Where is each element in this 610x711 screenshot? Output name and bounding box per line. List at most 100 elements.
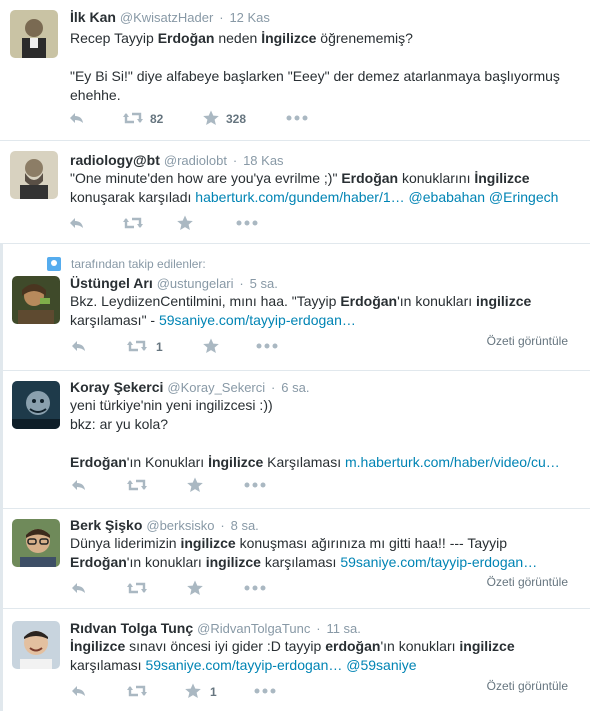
link[interactable]: 59saniye.com/tayyip-erdogan… — [340, 554, 537, 570]
retweet-icon[interactable] — [122, 110, 144, 130]
link[interactable]: m.haberturk.com/haber/video/cu… — [345, 454, 560, 470]
avatar[interactable] — [10, 10, 58, 58]
timestamp[interactable]: 12 Kas — [229, 10, 269, 25]
tweet[interactable]: tarafından takip edilenler: Üstüngel Arı… — [0, 244, 590, 370]
tweet-actions: 82 328 — [68, 110, 328, 130]
link[interactable]: 59saniye.com/tayyip-erdogan… — [145, 657, 342, 673]
scroll-area — [594, 0, 610, 711]
star-icon[interactable] — [202, 338, 220, 358]
avatar[interactable] — [12, 621, 60, 669]
timestamp[interactable]: 6 sa. — [281, 380, 309, 395]
tweet-text: İngilizce sınavı öncesi iyi gider :D tay… — [70, 638, 515, 673]
view-summary-link[interactable]: Özeti görüntüle — [487, 679, 568, 693]
star-icon[interactable] — [184, 683, 202, 703]
tweet[interactable]: Koray Şekerci @Koray_Sekerci · 6 sa. yeni… — [0, 371, 590, 508]
highlight: Erdoğan — [70, 554, 127, 570]
highlight: İngilizce — [208, 454, 264, 470]
avatar[interactable] — [12, 381, 60, 429]
tweet-actions — [70, 477, 310, 497]
more-icon[interactable] — [244, 482, 266, 502]
username[interactable]: @Koray_Sekerci — [167, 380, 265, 395]
avatar[interactable] — [12, 519, 60, 567]
username[interactable]: @KwisatzHader — [120, 10, 213, 25]
more-icon[interactable] — [256, 343, 278, 363]
display-name[interactable]: radiology@bt — [70, 152, 160, 168]
highlight: Erdoğan — [157, 30, 215, 46]
timestamp[interactable]: 18 Kas — [243, 153, 283, 168]
tweet[interactable]: Berk Şişko @berksisko · 8 sa. Dünya lider… — [0, 509, 590, 608]
favorite-count[interactable]: 1 — [210, 685, 217, 699]
tweet-text: Bkz. LeydiizenCentilmini, mını haa. "Tay… — [70, 293, 532, 328]
highlight: ingilizce — [459, 638, 515, 654]
more-icon[interactable] — [254, 688, 276, 708]
highlight: ingilizce — [205, 554, 261, 570]
separator-dot: · — [239, 276, 244, 291]
star-icon[interactable] — [186, 580, 204, 600]
tweet-text: Recep Tayyip Erdoğan neden İngilizce öğr… — [70, 30, 560, 103]
highlight: Erdoğan — [340, 293, 398, 309]
highlight: ingilizce — [180, 535, 236, 551]
retweet-icon[interactable] — [122, 215, 144, 235]
display-name[interactable]: İlk Kan — [70, 9, 116, 25]
follow-context-icon — [47, 257, 61, 271]
tweet[interactable]: radiology@bt @radiolobt · 18 Kas "One min… — [0, 141, 590, 243]
highlight: İngilizce — [70, 638, 126, 654]
separator-dot: · — [220, 518, 225, 533]
highlight: Erdoğan — [341, 170, 399, 186]
star-icon[interactable] — [202, 110, 220, 130]
more-icon[interactable] — [244, 585, 266, 605]
reply-icon[interactable] — [70, 683, 88, 703]
display-name[interactable]: Üstüngel Arı — [70, 275, 153, 291]
more-icon[interactable] — [236, 220, 258, 240]
display-name[interactable]: Berk Şişko — [70, 517, 142, 533]
link[interactable]: haberturk.com/gundem/haber/1… — [195, 189, 404, 205]
reply-icon[interactable] — [70, 580, 88, 600]
username[interactable]: @RidvanTolgaTunc — [197, 621, 310, 636]
highlight: İngilizce — [261, 30, 317, 46]
avatar[interactable] — [10, 151, 58, 199]
tweet[interactable]: Rıdvan Tolga Tunç @RidvanTolgaTunc · 11 s… — [0, 609, 590, 711]
separator-dot: · — [232, 153, 238, 168]
timestamp[interactable]: 8 sa. — [231, 518, 259, 533]
reply-icon[interactable] — [68, 110, 86, 130]
reply-icon[interactable] — [70, 338, 88, 358]
view-summary-link[interactable]: Özeti görüntüle — [487, 575, 568, 589]
highlight: Erdoğan — [70, 454, 127, 470]
tweet-text: yeni türkiye'nin yeni ingilizcesi :)) bk… — [70, 397, 560, 470]
link[interactable]: 59saniye.com/tayyip-erdogan… — [159, 312, 356, 328]
highlight: İngilizce — [474, 170, 530, 186]
display-name[interactable]: Koray Şekerci — [70, 379, 163, 395]
more-icon[interactable] — [286, 115, 308, 135]
retweet-icon[interactable] — [126, 683, 148, 703]
tweet[interactable]: İlk Kan @KwisatzHader · 12 Kas Recep Tayy… — [0, 0, 590, 140]
username[interactable]: @ustungelari — [157, 276, 234, 291]
view-summary-link[interactable]: Özeti görüntüle — [487, 334, 568, 348]
mention-link[interactable]: @ebabahan — [405, 189, 486, 205]
display-name[interactable]: Rıdvan Tolga Tunç — [70, 620, 193, 636]
mention-link[interactable]: @59saniye — [342, 657, 416, 673]
context-label: tarafından takip edilenler: — [71, 257, 206, 271]
timestamp[interactable]: 11 sa. — [326, 621, 360, 636]
reply-icon[interactable] — [68, 215, 86, 235]
reply-icon[interactable] — [70, 477, 88, 497]
tweet-text: "One minute'den how are you'ya evrilme ;… — [70, 170, 559, 205]
retweet-icon[interactable] — [126, 580, 148, 600]
tweet-actions — [68, 215, 328, 235]
tweet-feed: İlk Kan @KwisatzHader · 12 Kas Recep Tayy… — [0, 0, 610, 711]
timestamp[interactable]: 5 sa. — [250, 276, 278, 291]
tweet-text: Dünya liderimizin ingilizce konuşması ağ… — [70, 535, 538, 570]
retweet-icon[interactable] — [126, 477, 148, 497]
username[interactable]: @radiolobt — [164, 153, 227, 168]
retweet-count[interactable]: 82 — [150, 112, 163, 126]
tweet-actions — [70, 580, 310, 600]
star-icon[interactable] — [186, 477, 204, 497]
retweet-icon[interactable] — [126, 338, 148, 358]
avatar[interactable] — [12, 276, 60, 324]
mention-link[interactable]: @Eringech — [485, 189, 558, 205]
retweet-count[interactable]: 1 — [156, 340, 163, 354]
star-icon[interactable] — [176, 215, 194, 235]
separator-dot: · — [271, 380, 276, 395]
separator-dot: · — [219, 10, 224, 25]
favorite-count[interactable]: 328 — [226, 112, 246, 126]
username[interactable]: @berksisko — [146, 518, 214, 533]
